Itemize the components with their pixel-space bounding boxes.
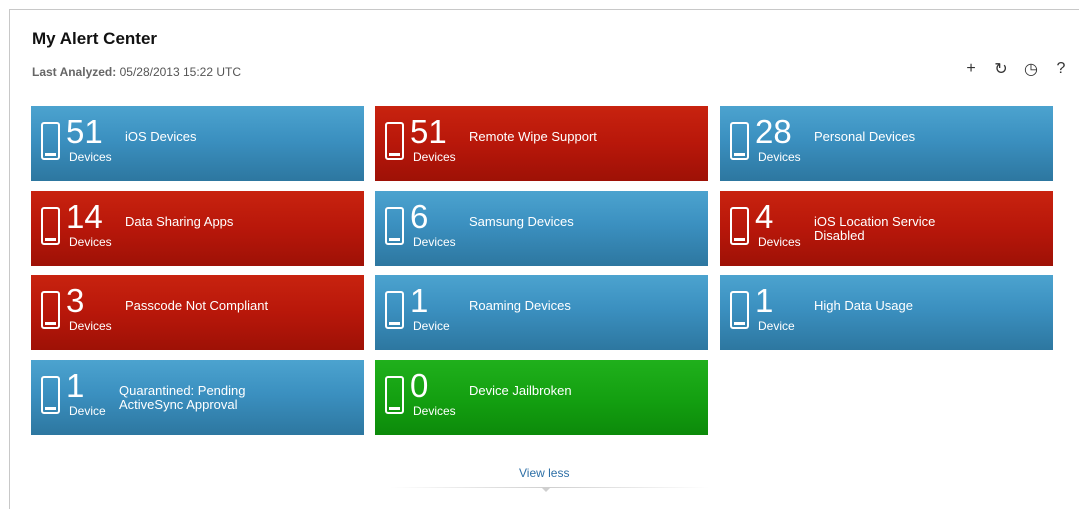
alert-label: Samsung Devices: [469, 214, 574, 229]
alert-count: 1: [410, 282, 429, 319]
alert-tile-personal-devices[interactable]: 28 Devices Personal Devices: [720, 106, 1053, 181]
alert-label: Passcode Not Compliant: [125, 298, 269, 313]
alert-count: 3: [66, 282, 85, 319]
alert-count: 4: [755, 198, 774, 235]
alert-count: 1: [755, 282, 774, 319]
alert-tile-remote-wipe-support[interactable]: 51 Devices Remote Wipe Support: [375, 106, 708, 181]
toolbar: + ↻ ◷ ?: [963, 60, 1069, 78]
alert-tile-high-data-usage[interactable]: 1 Device High Data Usage: [720, 275, 1053, 350]
phone-icon: [730, 291, 749, 329]
alert-label: iOS Devices: [125, 129, 197, 144]
alert-count: 14: [66, 198, 103, 235]
phone-icon: [385, 207, 404, 245]
caret-down-icon: [541, 487, 551, 492]
phone-icon: [730, 122, 749, 160]
alert-count: 51: [410, 113, 447, 150]
alert-label: Quarantined: Pending ActiveSync Approval: [119, 383, 246, 412]
last-analyzed: Last Analyzed: 05/28/2013 15:22 UTC: [32, 65, 241, 79]
phone-icon: [41, 207, 60, 245]
phone-icon: [385, 122, 404, 160]
alert-unit: Devices: [69, 150, 112, 164]
phone-icon: [41, 376, 60, 414]
alert-count: 6: [410, 198, 429, 235]
alert-unit: Devices: [758, 150, 801, 164]
alert-tile-samsung-devices[interactable]: 6 Devices Samsung Devices: [375, 191, 708, 266]
phone-icon: [385, 291, 404, 329]
alert-tile-roaming-devices[interactable]: 1 Device Roaming Devices: [375, 275, 708, 350]
page-title: My Alert Center: [32, 29, 158, 48]
alert-label: iOS Location Service Disabled: [814, 214, 936, 243]
alert-unit: Device: [758, 319, 795, 333]
alert-label: Personal Devices: [814, 129, 916, 144]
alert-count: 1: [66, 367, 85, 404]
alert-label: Remote Wipe Support: [469, 129, 597, 144]
phone-icon: [41, 122, 60, 160]
last-analyzed-value: 05/28/2013 15:22 UTC: [119, 65, 242, 79]
alert-tile-data-sharing-apps[interactable]: 14 Devices Data Sharing Apps: [31, 191, 364, 266]
view-less-link[interactable]: View less: [519, 466, 569, 480]
alert-unit: Devices: [69, 319, 112, 333]
alert-unit: Devices: [413, 235, 456, 249]
refresh-icon[interactable]: ↻: [993, 60, 1009, 78]
phone-icon: [41, 291, 60, 329]
alert-unit: Devices: [413, 150, 456, 164]
alert-unit: Devices: [758, 235, 801, 249]
alert-tile-ios-devices[interactable]: 51 Devices iOS Devices: [31, 106, 364, 181]
alert-unit: Devices: [69, 235, 112, 249]
alert-tile-ios-location-service-disabled[interactable]: 4 Devices iOS Location Service Disabled: [720, 191, 1053, 266]
phone-icon: [385, 376, 404, 414]
alert-unit: Device: [69, 404, 106, 418]
alert-tile-device-jailbroken[interactable]: 0 Devices Device Jailbroken: [375, 360, 708, 435]
alert-label: Data Sharing Apps: [125, 214, 234, 229]
phone-icon: [730, 207, 749, 245]
alert-unit: Devices: [413, 404, 456, 418]
alert-label: High Data Usage: [814, 298, 913, 313]
history-icon[interactable]: ◷: [1023, 60, 1039, 78]
alert-label: Device Jailbroken: [469, 383, 572, 398]
alert-count: 28: [755, 113, 792, 150]
alert-tile-quarantined[interactable]: 1 Device Quarantined: Pending ActiveSync…: [31, 360, 364, 435]
alert-tile-passcode-not-compliant[interactable]: 3 Devices Passcode Not Compliant: [31, 275, 364, 350]
alert-unit: Device: [413, 319, 450, 333]
alert-label: Roaming Devices: [469, 298, 571, 313]
add-icon[interactable]: +: [963, 60, 979, 78]
help-icon[interactable]: ?: [1053, 60, 1069, 78]
alert-count: 0: [410, 367, 429, 404]
alert-count: 51: [66, 113, 103, 150]
last-analyzed-label: Last Analyzed:: [32, 65, 117, 79]
